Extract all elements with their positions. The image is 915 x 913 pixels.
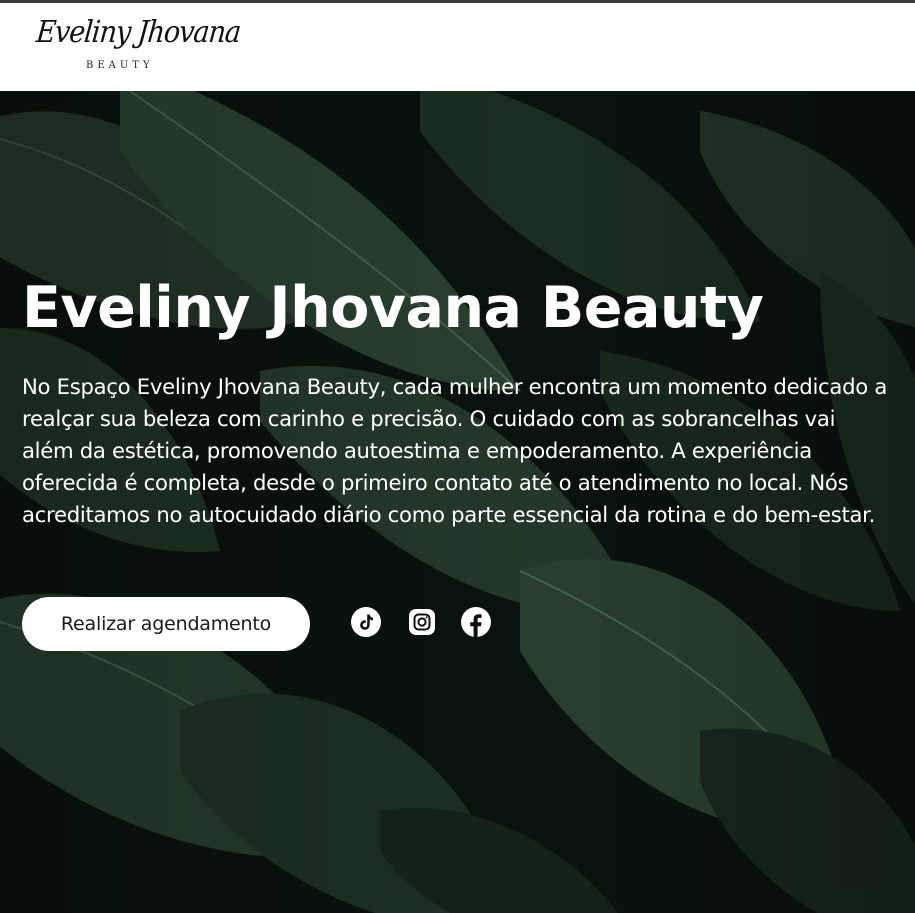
facebook-icon[interactable] — [461, 607, 491, 637]
tiktok-icon[interactable] — [351, 607, 381, 637]
instagram-icon[interactable] — [407, 607, 437, 637]
schedule-appointment-button[interactable]: Realizar agendamento — [22, 597, 310, 651]
logo-script-text: Eveliny Jhovana — [34, 15, 242, 50]
hero-section: Eveliny Jhovana Beauty No Espaço Eveliny… — [0, 91, 915, 913]
hero-title: Eveliny Jhovana Beauty — [22, 275, 764, 341]
site-header: Eveliny Jhovana BEAUTY — [0, 3, 915, 91]
logo-subtitle: BEAUTY — [86, 60, 154, 71]
hero-description: No Espaço Eveliny Jhovana Beauty, cada m… — [22, 374, 887, 527]
brand-logo[interactable]: Eveliny Jhovana BEAUTY — [35, 15, 242, 77]
